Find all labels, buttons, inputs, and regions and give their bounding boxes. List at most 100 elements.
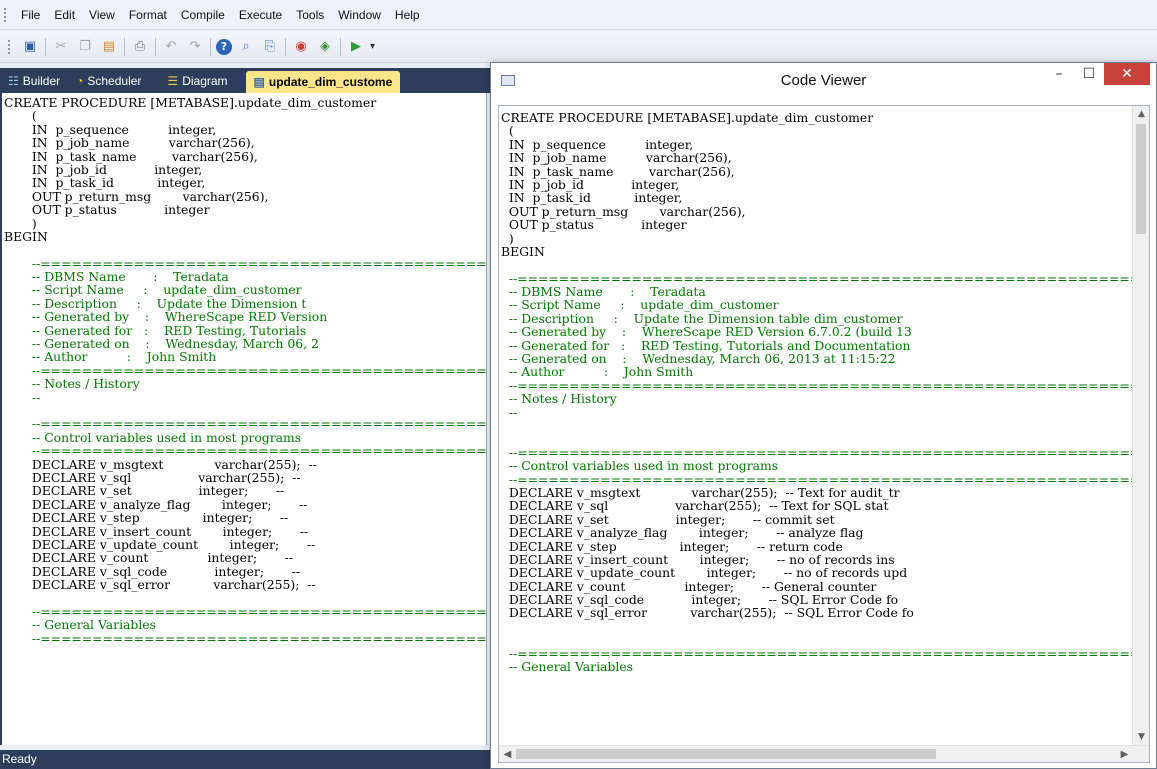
tab-label: Builder [22,73,61,88]
close-button[interactable]: ✕ [1104,63,1150,85]
tab-label: Diagram [182,73,228,88]
code-line: ( [501,123,514,139]
toolbar-overflow-icon[interactable]: ▾ [370,41,375,52]
code-line: IN p_task_name varchar(256), [501,163,735,179]
comment-line: -- Generated by : WhereScape RED Version… [501,324,912,340]
menu-tools[interactable]: Tools [289,0,331,30]
menu-help[interactable]: Help [388,0,427,30]
comment-line: -- Notes / History [501,391,617,407]
menu-view[interactable]: View [82,0,122,30]
comment-line: --======================================… [508,645,1149,661]
copy-icon[interactable]: ❐ [75,37,95,57]
tab-label: update_dim_custome [268,75,393,89]
menu-window[interactable]: Window [331,0,388,30]
vertical-scrollbar[interactable]: ▲ ▼ [1132,106,1149,746]
tab-scheduler[interactable]: ◔ Scheduler [68,68,149,93]
tab-label: Scheduler [87,73,142,88]
menu-edit[interactable]: Edit [47,0,82,30]
paste-icon[interactable]: ▤ [99,37,119,57]
horizontal-scrollbar[interactable]: ◀ ▶ [499,745,1149,762]
menu-file[interactable]: File [14,0,47,30]
cut-icon[interactable]: ✂ [51,37,71,57]
toolbar: ▣ ✂ ❐ ▤ ⎙ ↶ ↷ ? ⌕ ⎘ ◉ ◈ ▶ ▾ [0,31,1157,63]
menu-execute[interactable]: Execute [232,0,289,30]
menu-grip[interactable] [4,7,10,22]
code-line: DECLARE v_count integer; -- [24,550,294,566]
comment-line: -- Author : John Smith [501,364,694,380]
comment-line: --======================================… [31,630,487,646]
scroll-down-icon[interactable]: ▼ [1133,729,1149,746]
run-icon[interactable]: ◈ [315,37,335,57]
vertical-scroll-thumb[interactable] [1136,124,1146,234]
toolbar-grip[interactable] [8,39,14,54]
comment-line: --======================================… [508,270,1149,286]
comment-line: -- Script Name : update_dim_customer [501,297,779,313]
undo-icon[interactable]: ↶ [161,37,181,57]
code-line: IN p_task_name varchar(256), [24,148,258,164]
scroll-up-icon[interactable]: ▲ [1133,106,1149,123]
code-line: DECLARE v_step integer; -- return code [501,538,843,554]
minimize-button[interactable]: – [1044,63,1074,85]
viewer-code[interactable]: CREATE PROCEDURE [METABASE].update_dim_c… [499,106,1149,675]
redo-icon[interactable]: ↷ [185,37,205,57]
document-tabs: ☷ Builder ◔ Scheduler ☰ Diagram ▤ update… [0,68,490,93]
toolbar-separator [155,37,156,56]
code-line: DECLARE v_set integer; -- [24,483,285,499]
code-line: DECLARE v_analyze_flag integer; -- [24,496,308,512]
replace-icon[interactable]: ⎘ [260,37,280,57]
toolbar-separator [210,37,211,56]
code-viewer-pane[interactable]: CREATE PROCEDURE [METABASE].update_dim_c… [498,105,1150,763]
comment-line: -- Generated by : WhereScape RED Version [24,309,328,325]
status-text: Ready [2,752,37,766]
scroll-right-icon[interactable]: ▶ [1116,746,1133,762]
code-line: ( [24,108,37,124]
code-line: IN p_sequence integer, [501,136,694,152]
grid-icon: ☷ [8,73,19,88]
tab-builder[interactable]: ☷ Builder [0,68,68,93]
play-icon[interactable]: ▶ [346,37,366,57]
find-icon[interactable]: ⌕ [236,37,256,57]
code-line: DECLARE v_sql_error varchar(255); -- SQL… [501,605,914,621]
help-icon[interactable]: ? [216,38,232,55]
comment-line: --======================================… [31,443,487,459]
tab-update-dim-customer[interactable]: ▤ update_dim_custome [245,71,401,93]
comment-line: --======================================… [31,603,487,619]
stop-icon[interactable]: ◉ [291,37,311,57]
window-title-bar[interactable]: Code Viewer – ☐ ✕ [491,63,1156,97]
comment-line: --======================================… [31,416,487,432]
code-line: DECLARE v_sql varchar(255); -- [24,469,301,485]
code-line: CREATE PROCEDURE [METABASE].update_dim_c… [501,110,874,125]
code-line: BEGIN [501,243,545,259]
comment-line: -- Description : Update the Dimension ta… [501,310,903,326]
comment-line: -- Generated for : RED Testing, Tutorial… [24,322,307,338]
menu-compile[interactable]: Compile [174,0,232,30]
comment-line: -- General Variables [501,659,634,675]
code-line: DECLARE v_step integer; -- [24,510,289,526]
editor-code[interactable]: CREATE PROCEDURE [METABASE].update_dim_c… [2,93,486,645]
code-editor[interactable]: CREATE PROCEDURE [METABASE].update_dim_c… [0,93,487,745]
code-line: DECLARE v_set integer; -- commit set [501,511,835,527]
horizontal-scroll-thumb[interactable] [516,749,936,759]
code-line: OUT p_status integer [24,202,210,218]
scroll-left-icon[interactable]: ◀ [499,746,516,762]
comment-line: --======================================… [508,471,1149,487]
comment-line: -- Control variables used in most progra… [24,429,302,445]
menu-format[interactable]: Format [122,0,174,30]
code-line: OUT p_return_msg varchar(256), [501,203,746,219]
code-line: IN p_task_id integer, [501,190,683,206]
maximize-button[interactable]: ☐ [1074,63,1104,85]
comment-line: -- General Variables [24,617,157,633]
comment-line: -- Script Name : update_dim_customer [24,282,302,298]
save-icon[interactable]: ▣ [20,37,40,57]
code-line: DECLARE v_update_count integer; -- [24,536,316,552]
code-line: OUT p_return_msg varchar(256), [24,188,269,204]
code-line: IN p_job_id integer, [24,161,203,177]
print-icon[interactable]: ⎙ [130,37,150,57]
tab-diagram[interactable]: ☰ Diagram [159,68,235,93]
menu-bar: File Edit View Format Compile Execute Tools Win… [0,0,1157,30]
comment-line: -- [24,389,41,405]
code-viewer-window[interactable]: Code Viewer – ☐ ✕ CREATE PROCEDURE [META… [490,62,1157,769]
